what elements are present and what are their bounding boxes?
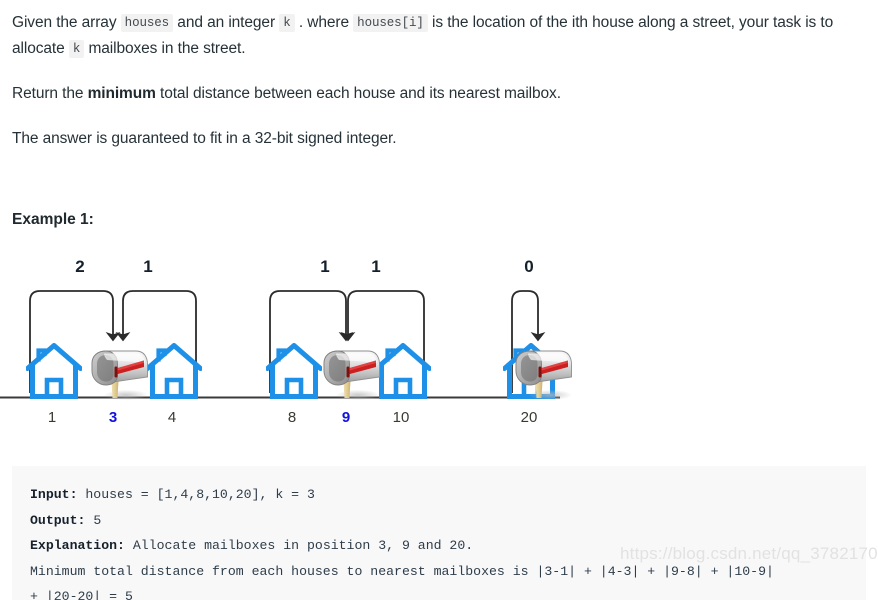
code-text: Minimum total distance from each houses … <box>30 563 774 579</box>
code-line-detail-1: Minimum total distance from each houses … <box>30 559 866 585</box>
paragraph-text: mailboxes in the street. <box>84 40 246 57</box>
house-icon-8 <box>268 346 321 397</box>
inline-code: houses[i] <box>353 14 428 32</box>
inline-code: houses <box>120 14 174 32</box>
code-line-detail-2: + |20-20| = 5 <box>30 584 866 600</box>
paragraph-2: Return the minimum total distance betwee… <box>12 81 864 107</box>
house-icon-4 <box>148 346 201 397</box>
code-text: + |20-20| = 5 <box>30 589 133 600</box>
paragraph-text: Return the <box>12 85 88 102</box>
paragraph-text: total distance between each house and it… <box>155 85 561 102</box>
code-line-explanation: Explanation: Allocate mailboxes in posit… <box>30 533 866 559</box>
paragraph-text: . where <box>294 14 354 31</box>
code-label: Explanation: <box>30 538 125 553</box>
paragraph-text: The answer is guaranteed to fit in a 32-… <box>12 130 397 147</box>
problem-description-page: Given the array houses and an integer k … <box>0 0 878 600</box>
code-label: Output: <box>30 512 86 528</box>
mailbox-icon-9 <box>323 350 381 401</box>
paragraph-text: Given the array <box>12 14 121 31</box>
code-line-output: Output: 5 <box>30 508 866 534</box>
diagram-svg <box>0 290 573 401</box>
problem-statement: Given the array houses and an integer k … <box>0 0 878 152</box>
mailbox-icon-3 <box>91 350 149 401</box>
code-text: 5 <box>85 512 102 528</box>
example-code-block: Input: houses = [1,4,8,10,20], k = 3 Out… <box>12 466 866 600</box>
inline-code: k <box>68 40 85 58</box>
house-icon-10 <box>377 346 430 397</box>
inline-code: k <box>279 14 295 32</box>
emphasis-text: minimum <box>87 85 156 102</box>
code-text: Allocate mailboxes in position 3, 9 and … <box>124 538 474 553</box>
paragraph-1: Given the array houses and an integer k … <box>12 10 864 62</box>
code-label: Input: <box>30 487 78 502</box>
house-icon-1 <box>28 346 81 397</box>
example-diagram: 2 1 1 1 0 1 3 4 8 9 10 20 <box>0 243 620 443</box>
paragraph-3: The answer is guaranteed to fit in a 32-… <box>12 126 864 152</box>
paragraph-text: and an integer <box>173 14 280 31</box>
example-heading: Example 1: <box>12 211 94 228</box>
code-text: houses = [1,4,8,10,20], k = 3 <box>77 487 315 502</box>
code-line-input: Input: houses = [1,4,8,10,20], k = 3 <box>30 482 866 508</box>
